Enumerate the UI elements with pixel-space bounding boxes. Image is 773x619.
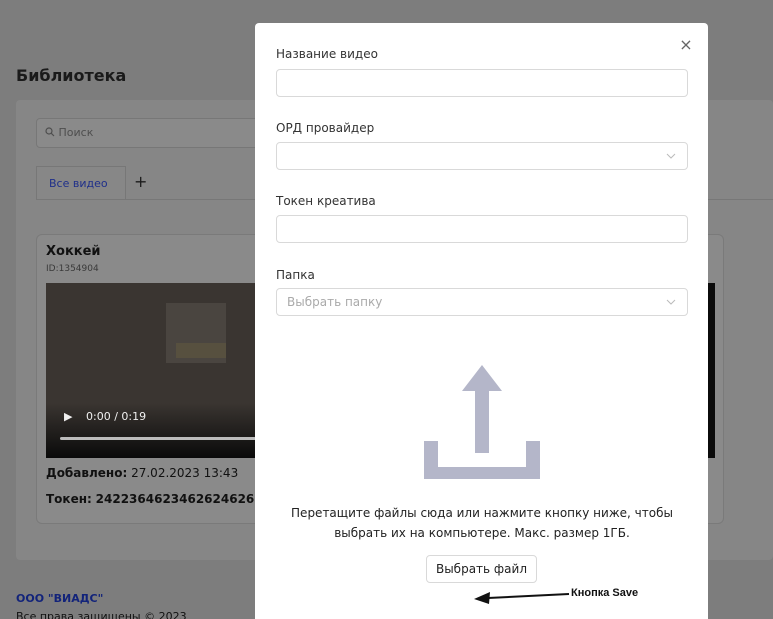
video-card-title: Хоккей	[46, 244, 101, 259]
tab-all-videos[interactable]: Все видео	[36, 166, 126, 200]
folder-label: Папка	[276, 268, 315, 282]
search-icon	[45, 126, 59, 139]
footer-company[interactable]: ООО "ВИАДС"	[16, 592, 103, 605]
video-name-input[interactable]	[276, 69, 688, 97]
page-title: Библиотека	[16, 66, 127, 85]
video-player[interactable]: ▶ 0:00 / 0:19	[46, 283, 256, 458]
creative-token-input[interactable]	[276, 215, 688, 243]
search-input[interactable]: Поиск	[36, 118, 266, 148]
video-progress-track[interactable]	[60, 437, 256, 440]
added-label: Добавлено:	[46, 466, 128, 480]
token-label: Токен:	[46, 492, 92, 506]
video-token: Токен: 242236462346262462624	[46, 492, 271, 506]
video-added: Добавлено: 27.02.2023 13:43	[46, 466, 238, 480]
file-drop-zone[interactable]	[276, 353, 688, 483]
creative-token-label: Токен креатива	[276, 194, 376, 208]
upload-hint-line: Перетащите файлы сюда или нажмите кнопку…	[291, 506, 673, 520]
chevron-down-icon	[666, 153, 676, 159]
video-controls-gradient	[46, 403, 256, 458]
search-placeholder: Поиск	[58, 126, 94, 139]
choose-file-button[interactable]: Выбрать файл	[426, 555, 537, 583]
video-name-label: Название видео	[276, 47, 378, 61]
annotation-label: Кнопка Save	[571, 587, 639, 599]
add-tab-button[interactable]: +	[134, 172, 147, 191]
video-frame-block	[176, 343, 226, 358]
upload-arrow-icon	[424, 365, 540, 479]
added-value: 27.02.2023 13:43	[131, 466, 239, 480]
annotation-arrow-icon	[474, 592, 570, 604]
token-value: 242236462346262462624	[95, 492, 271, 506]
folder-placeholder: Выбрать папку	[287, 295, 383, 309]
play-icon[interactable]: ▶	[64, 410, 72, 423]
chevron-down-icon	[666, 299, 676, 305]
upload-hint: Перетащите файлы сюда или нажмите кнопку…	[276, 503, 688, 543]
folder-select[interactable]: Выбрать папку	[276, 288, 688, 316]
footer-rights: Все права защищены © 2023	[16, 610, 187, 619]
ord-provider-select[interactable]	[276, 142, 688, 170]
video-card-id: ID:1354904	[46, 264, 99, 274]
upload-video-modal: × Название видео ОРД провайдер Токен кре…	[255, 23, 708, 619]
upload-hint-line: выбрать их на компьютере. Макс. размер 1…	[334, 526, 630, 540]
ord-provider-label: ОРД провайдер	[276, 121, 375, 135]
video-player-partial	[708, 283, 715, 458]
video-time: 0:00 / 0:19	[86, 410, 147, 423]
close-icon[interactable]: ×	[678, 37, 694, 53]
